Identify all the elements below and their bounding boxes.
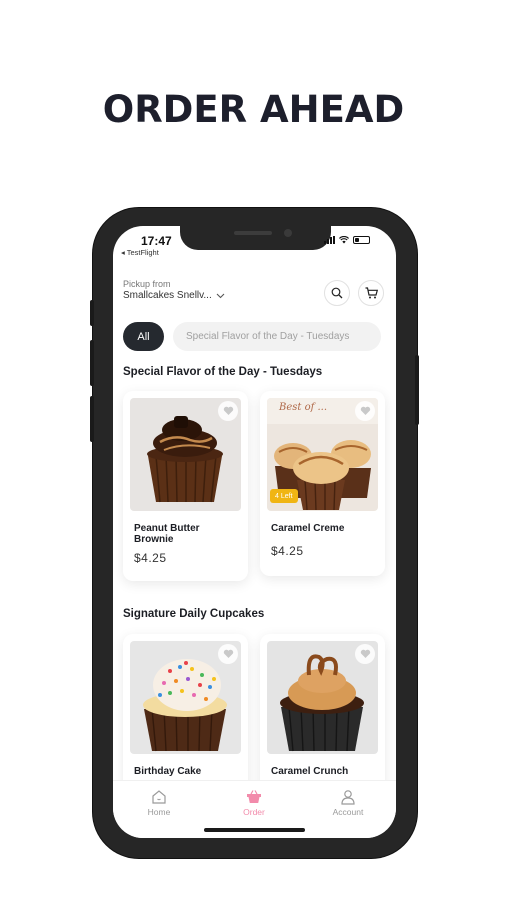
pickup-label: Pickup from bbox=[123, 279, 171, 289]
cart-button[interactable] bbox=[358, 280, 384, 306]
status-icons bbox=[324, 236, 370, 244]
heart-icon bbox=[223, 649, 233, 658]
stock-badge: 4 Left bbox=[270, 489, 298, 503]
power-button bbox=[415, 355, 419, 425]
favorite-button[interactable] bbox=[355, 401, 375, 421]
tab-home[interactable]: Home bbox=[124, 789, 194, 817]
tab-home-label: Home bbox=[147, 807, 171, 817]
tab-order-label: Order bbox=[243, 807, 265, 817]
product-name: Peanut Butter Brownie bbox=[134, 523, 200, 545]
testflight-back-link[interactable]: ◂ TestFlight bbox=[121, 248, 159, 257]
cart-icon bbox=[365, 287, 378, 299]
chevron-down-icon bbox=[216, 293, 225, 298]
signal-icon bbox=[324, 236, 335, 244]
favorite-button[interactable] bbox=[218, 401, 238, 421]
mute-switch bbox=[90, 300, 94, 326]
store-selector[interactable]: Smallcakes Snellv... bbox=[123, 290, 225, 301]
search-button[interactable] bbox=[324, 280, 350, 306]
product-name: Birthday Cake bbox=[134, 766, 202, 777]
product-name: Caramel Creme bbox=[271, 523, 345, 534]
section-title-special: Special Flavor of the Day - Tuesdays bbox=[123, 366, 323, 378]
filter-chip-special-flavor[interactable]: Special Flavor of the Day - Tuesdays bbox=[173, 322, 381, 351]
section-title-signature: Signature Daily Cupcakes bbox=[123, 608, 265, 620]
home-icon bbox=[152, 790, 166, 804]
store-name: Smallcakes Snellv... bbox=[123, 290, 212, 301]
heart-icon bbox=[360, 649, 370, 658]
search-icon bbox=[331, 287, 343, 299]
volume-up-button bbox=[90, 340, 94, 386]
tab-order[interactable]: Order bbox=[219, 789, 289, 817]
account-icon bbox=[341, 790, 355, 805]
speaker-grille bbox=[234, 231, 272, 235]
heart-icon bbox=[360, 406, 370, 415]
front-camera bbox=[284, 229, 292, 237]
volume-down-button bbox=[90, 396, 94, 442]
wifi-icon bbox=[339, 236, 349, 244]
product-card-caramel-creme[interactable]: Best of ... 4 Left Caramel Creme $4.25 bbox=[260, 391, 385, 576]
tab-account[interactable]: Account bbox=[313, 789, 383, 817]
favorite-button[interactable] bbox=[218, 644, 238, 664]
product-price: $4.25 bbox=[271, 544, 304, 558]
product-card-peanut-butter-brownie[interactable]: Peanut Butter Brownie $4.25 bbox=[123, 391, 248, 581]
app-screen: 17:47 ◂ TestFlight Pickup from Smallcake… bbox=[113, 226, 396, 838]
favorite-button[interactable] bbox=[355, 644, 375, 664]
home-indicator[interactable] bbox=[204, 828, 305, 832]
order-icon bbox=[247, 790, 261, 803]
battery-icon bbox=[353, 236, 370, 244]
tab-account-label: Account bbox=[332, 807, 364, 817]
notch bbox=[180, 226, 331, 250]
product-name: Caramel Crunch bbox=[271, 766, 349, 777]
heart-icon bbox=[223, 406, 233, 415]
product-price: $4.25 bbox=[134, 551, 167, 565]
filter-chip-all[interactable]: All bbox=[123, 322, 164, 351]
image-banner-text: Best of ... bbox=[278, 402, 327, 413]
promo-headline: ORDER AHEAD bbox=[102, 88, 405, 131]
status-time: 17:47 bbox=[141, 234, 172, 248]
